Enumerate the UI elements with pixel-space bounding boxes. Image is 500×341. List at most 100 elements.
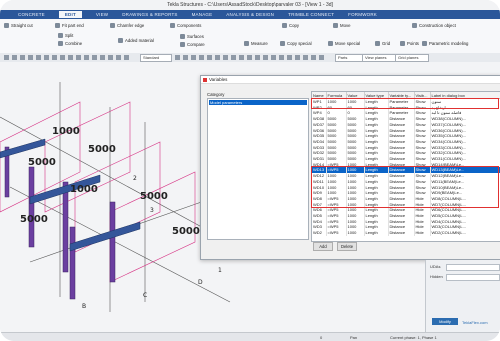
measure-button[interactable]: Measure	[244, 41, 268, 47]
grid-button[interactable]: Grid	[375, 41, 390, 47]
compare-icon	[180, 42, 185, 48]
snap-icon[interactable]	[231, 55, 236, 60]
chamfer-edge-button[interactable]: Chamfer edge	[110, 23, 144, 29]
table-cell: Length	[364, 230, 389, 236]
status-pan: Pan	[350, 335, 358, 340]
parts-dropdown[interactable]: Parts	[335, 54, 363, 62]
tab-trimble-connect[interactable]: TRIMBLE CONNECT	[288, 12, 334, 17]
compare-button[interactable]: Compare	[180, 42, 205, 48]
snap-icon[interactable]	[52, 55, 57, 60]
fit-part-end-button[interactable]: Fit part end	[55, 23, 84, 29]
snap-icon[interactable]	[239, 55, 244, 60]
snap-icon[interactable]	[207, 55, 212, 60]
select-icon[interactable]	[4, 55, 9, 60]
snap-icon[interactable]	[175, 55, 180, 60]
snap-icon[interactable]	[100, 55, 105, 60]
snap-icon[interactable]	[199, 55, 204, 60]
view-planes-dropdown[interactable]: View planes	[362, 54, 396, 62]
added-material-button[interactable]: Added material	[118, 38, 154, 44]
copy-special-button[interactable]: Copy special	[280, 41, 312, 47]
udas-label: UDAs	[430, 264, 441, 269]
copy-icon	[282, 23, 287, 29]
modify-button[interactable]: Modify	[432, 318, 458, 325]
snap-icon[interactable]	[183, 55, 188, 60]
delete-button[interactable]: Delete	[337, 242, 357, 251]
tab-edit[interactable]: EDIT	[58, 11, 82, 18]
snap-icon[interactable]	[319, 55, 324, 60]
surfaces-button[interactable]: Surfaces	[180, 34, 204, 40]
snap-icon[interactable]	[295, 55, 300, 60]
snap-icon[interactable]	[215, 55, 220, 60]
tab-view[interactable]: VIEW	[96, 12, 108, 17]
snap-icon[interactable]	[76, 55, 81, 60]
snap-icon[interactable]	[271, 55, 276, 60]
snap-icon[interactable]	[263, 55, 268, 60]
snap-icon[interactable]	[311, 55, 316, 60]
parametric-modeling-button[interactable]: Parametric modeling	[422, 41, 468, 47]
grid-label: D	[198, 279, 203, 286]
snap-icon[interactable]	[116, 55, 121, 60]
copy-button[interactable]: Copy	[282, 23, 299, 29]
grid-icon	[375, 41, 380, 47]
highlight-box	[311, 98, 499, 109]
combine-button[interactable]: Combine	[58, 41, 82, 47]
tab-formwork[interactable]: FORMWORK	[348, 12, 377, 17]
dim-label: 1000	[52, 126, 80, 137]
snap-icon[interactable]	[247, 55, 252, 60]
dim-label: 5000	[172, 226, 200, 237]
points-button[interactable]: Points	[400, 41, 419, 47]
move-button[interactable]: Move	[333, 23, 351, 29]
variables-dialog: Variables Category Model parameters Name…	[200, 75, 500, 260]
category-list[interactable]: Model parameters	[207, 98, 309, 240]
table-cell: Hide	[414, 230, 431, 236]
snap-icon[interactable]	[191, 55, 196, 60]
construction-icon	[412, 23, 417, 29]
copy-special-icon	[280, 41, 285, 47]
hidden-field[interactable]	[446, 274, 500, 281]
udas-field[interactable]	[446, 264, 500, 271]
app-window: Tekla Structures - C:\Users\AssadStock\D…	[0, 0, 500, 341]
dim-label: 5000	[28, 157, 56, 168]
snap-icon[interactable]	[84, 55, 89, 60]
standard-dropdown[interactable]: Standard	[140, 54, 172, 62]
snap-icon[interactable]	[124, 55, 129, 60]
table-cell: WD34	[312, 138, 327, 145]
components-button[interactable]: Components	[170, 23, 201, 29]
split-button[interactable]: Split	[58, 33, 73, 39]
ribbon: Straight cut Fit part end Chamfer edge C…	[0, 19, 500, 54]
snap-icon[interactable]	[287, 55, 292, 60]
table-cell: WD31	[312, 156, 327, 162]
points-icon	[400, 41, 405, 47]
snap-icon[interactable]	[279, 55, 284, 60]
snap-icon[interactable]	[223, 55, 228, 60]
snap-icon[interactable]	[303, 55, 308, 60]
snap-icon[interactable]	[68, 55, 73, 60]
split-icon	[58, 33, 63, 39]
add-button[interactable]: Add	[313, 242, 333, 251]
snap-icon[interactable]	[20, 55, 25, 60]
table-cell: =WP5	[326, 230, 347, 236]
tab-manage[interactable]: MANAGE	[192, 12, 213, 17]
snap-icon[interactable]	[92, 55, 97, 60]
table-row[interactable]: WD2 =WP5 1000 Length Distance Hide WD2(COLUMN)…	[312, 230, 500, 236]
snap-icon[interactable]	[36, 55, 41, 60]
tab-analysis-design[interactable]: ANALYSIS & DESIGN	[226, 12, 274, 17]
components-icon	[170, 23, 175, 29]
move-special-button[interactable]: Move special	[328, 41, 360, 47]
straight-cut-button[interactable]: Straight cut	[4, 23, 33, 29]
window-title: Tekla Structures - C:\Users\AssadStock\D…	[0, 0, 500, 10]
category-item-model-parameters[interactable]: Model parameters	[209, 100, 307, 105]
tab-drawings-reports[interactable]: DRAWINGS & REPORTS	[122, 12, 177, 17]
snap-icon[interactable]	[108, 55, 113, 60]
grid-planes-dropdown[interactable]: Grid planes	[395, 54, 429, 62]
snap-icon[interactable]	[44, 55, 49, 60]
dialog-title-bar: Variables	[201, 76, 500, 84]
material-icon	[118, 38, 123, 44]
tab-concrete[interactable]: CONCRETE	[18, 12, 45, 17]
snap-icon[interactable]	[12, 55, 17, 60]
snap-icon[interactable]	[255, 55, 260, 60]
snap-icon[interactable]	[28, 55, 33, 60]
construction-object-button[interactable]: Construction object	[412, 23, 456, 29]
dim-label: 5000	[140, 191, 168, 202]
snap-icon[interactable]	[60, 55, 65, 60]
